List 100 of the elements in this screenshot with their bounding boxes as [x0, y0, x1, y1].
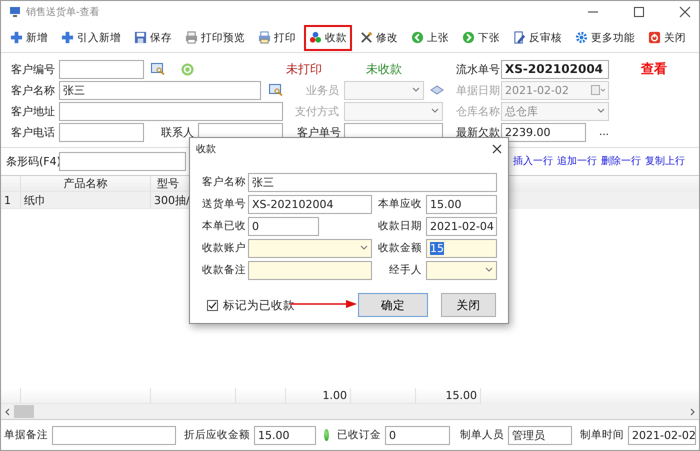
field-label: 客户编号: [11, 62, 55, 76]
close-icon[interactable]: [679, 6, 691, 18]
field-label: 制单人员: [460, 428, 504, 442]
row-number: 1: [1, 192, 21, 209]
close-icon[interactable]: [492, 144, 502, 154]
field-label: 单据备注: [4, 428, 48, 442]
payment-status: 未收款: [366, 60, 402, 78]
toolbar-button[interactable]: 新增: [5, 24, 53, 50]
horizontal-scrollbar[interactable]: [1, 404, 699, 419]
chevron-icon: [360, 245, 368, 251]
input-field[interactable]: [52, 426, 176, 444]
mark-paid-checkbox[interactable]: 标记为已收款: [207, 298, 295, 312]
toolbar-button[interactable]: 打印: [253, 24, 301, 50]
field-label: 收款备注: [202, 263, 247, 277]
field-label: 收款金额: [377, 241, 423, 255]
field-label: 客户电话: [11, 124, 55, 140]
field-label: 客户名称: [11, 82, 55, 98]
row-action-link[interactable]: 删除一行: [601, 154, 641, 168]
circles-icon: [309, 31, 322, 44]
field-label: 联系人: [161, 124, 194, 140]
status-dot: [324, 429, 329, 441]
input-field[interactable]: [59, 152, 186, 170]
input-field[interactable]: [59, 102, 283, 120]
back-icon: [411, 31, 424, 44]
window-title: 销售送货单-查看: [26, 6, 101, 19]
toolbar-button[interactable]: 收款: [304, 24, 352, 50]
field-label: 收款账户: [202, 241, 247, 255]
toolbar-button[interactable]: 保存: [129, 24, 177, 50]
field-label: 收款日期: [377, 219, 423, 233]
table-cell: 纸巾: [21, 192, 151, 209]
power-icon: [648, 31, 661, 44]
field-label: 客户地址: [11, 104, 55, 118]
toolbar-button[interactable]: 更多功能: [570, 24, 640, 50]
dialog-button[interactable]: 关闭: [441, 293, 496, 317]
dialog-title: 收款: [196, 143, 216, 156]
input-field[interactable]: 15.00: [426, 194, 497, 214]
input-field[interactable]: [248, 260, 372, 280]
row-action-link[interactable]: 插入一行: [513, 154, 553, 168]
row-action-link[interactable]: 追加一行: [557, 154, 597, 168]
input-field[interactable]: 15.00: [254, 426, 316, 444]
input-field[interactable]: [59, 122, 144, 142]
input-field[interactable]: XS-202102004: [501, 60, 609, 78]
toolbar-button[interactable]: 打印预览: [180, 24, 250, 50]
tag-icon[interactable]: [430, 85, 444, 95]
toolbar-button[interactable]: 下张: [457, 24, 505, 50]
chevron-icon: [597, 108, 605, 114]
field-label: 流水单号: [456, 62, 500, 76]
checkmark-icon: [208, 300, 217, 310]
field-label: 折后应收金额: [184, 428, 250, 442]
field-label: 已收订金: [337, 428, 381, 442]
chevron-icon: [485, 267, 493, 273]
mode-label: 查看: [641, 61, 667, 78]
scroll-right-icon[interactable]: [690, 408, 696, 416]
input-field[interactable]: 张三: [59, 80, 261, 100]
field-label: 支付方式: [295, 104, 339, 118]
chevron-icon: [431, 108, 439, 114]
save-icon: [134, 31, 147, 44]
field-label: 单据日期: [456, 82, 500, 98]
dropdown-field[interactable]: 2021-02-04: [426, 216, 497, 236]
toolbar-button[interactable]: 关闭: [643, 24, 691, 50]
search-icon[interactable]: [269, 84, 283, 96]
input-field[interactable]: 0: [385, 426, 450, 444]
input-field[interactable]: [59, 60, 144, 78]
input-field[interactable]: XS-202102004: [248, 194, 372, 214]
maximize-icon[interactable]: [633, 6, 645, 18]
field-label: 制单时间: [580, 428, 624, 442]
input-field[interactable]: 张三: [248, 172, 497, 192]
input-field[interactable]: 管理员: [508, 426, 572, 444]
field-label: 本单应收: [377, 197, 423, 211]
dropdown-field[interactable]: [248, 238, 372, 258]
input-field[interactable]: 2021-02-02: [628, 426, 696, 444]
dropdown-field[interactable]: [426, 260, 497, 280]
input-field[interactable]: 0: [248, 216, 319, 236]
scroll-left-icon[interactable]: [4, 408, 10, 416]
input-field[interactable]: 15: [426, 238, 497, 258]
field-label: 仓库名称: [456, 104, 500, 118]
field-label: 最新欠款: [456, 124, 500, 140]
refresh-icon[interactable]: [181, 62, 194, 76]
chevron-icon: [412, 87, 420, 93]
tools-icon: [360, 31, 373, 44]
row-action-link[interactable]: 复制上行: [645, 154, 685, 168]
field-label: 本单已收: [202, 219, 247, 233]
field-label: 客户单号: [297, 124, 341, 140]
toolbar-button[interactable]: 上张: [406, 24, 454, 50]
search-icon[interactable]: [151, 63, 165, 75]
scrollbar-thumb[interactable]: [14, 405, 34, 418]
forward-icon: [462, 31, 475, 44]
app-icon: [9, 6, 21, 18]
print-status: 未打印: [286, 60, 322, 78]
plus-icon: [10, 31, 23, 44]
toolbar-button[interactable]: 反审核: [508, 24, 567, 50]
toolbar-button[interactable]: 修改: [355, 24, 403, 50]
document-edit-icon: [513, 31, 526, 44]
field-label: 经手人: [388, 263, 423, 277]
toolbar-button[interactable]: 引入新增: [56, 24, 126, 50]
input-field[interactable]: 2239.00: [501, 122, 586, 142]
more-button[interactable]: ...: [596, 126, 612, 138]
dialog-button[interactable]: 确定: [358, 293, 428, 317]
printer-icon: [185, 31, 198, 44]
settings-icon: [575, 31, 588, 44]
